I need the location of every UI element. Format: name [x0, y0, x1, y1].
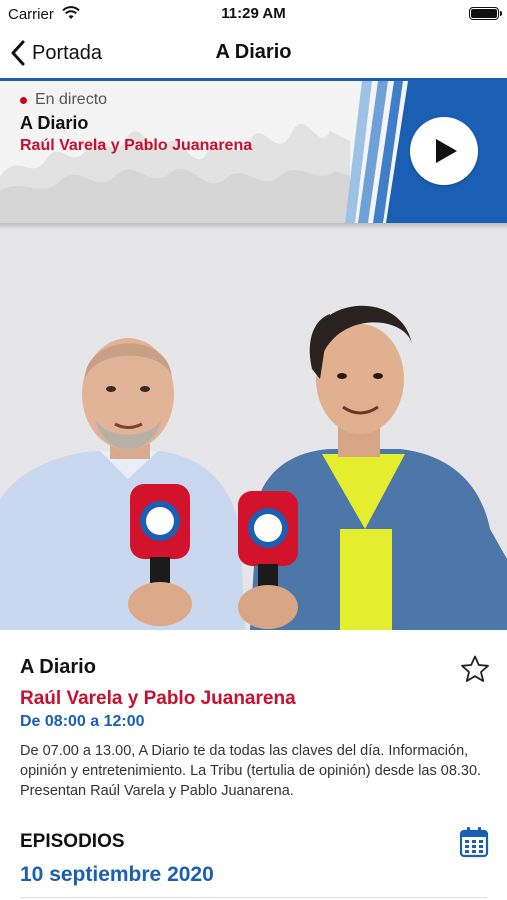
live-indicator: En directo: [20, 91, 107, 109]
play-button[interactable]: [410, 117, 478, 185]
episode-item-date[interactable]: 10 septiembre 2020: [20, 863, 214, 887]
hosts-illustration: [0, 229, 507, 630]
player-hosts: Raúl Varela y Pablo Juanarena: [20, 137, 253, 154]
page-title: A Diario: [215, 41, 292, 63]
clock: 11:29 AM: [221, 5, 286, 22]
star-icon[interactable]: [460, 654, 490, 684]
episodes-heading: EPISODIOS: [20, 831, 125, 852]
program-schedule: De 08:00 a 12:00: [20, 713, 145, 730]
program-title: A Diario: [20, 656, 96, 678]
live-dot-icon: [20, 96, 27, 104]
status-bar: Carrier 11:29 AM: [0, 0, 507, 28]
play-icon: [436, 139, 457, 163]
player-title: A Diario: [20, 113, 89, 133]
navigation-bar: Portada A Diario: [0, 28, 507, 78]
live-player: En directo A Diario Raúl Varela y Pablo …: [0, 81, 507, 223]
battery-icon: [469, 7, 502, 20]
program-hosts: Raúl Varela y Pablo Juanarena: [20, 688, 296, 709]
live-label: En directo: [35, 91, 108, 108]
episode-divider: [20, 897, 487, 898]
calendar-icon[interactable]: [459, 826, 489, 858]
hosts-photo: [0, 229, 507, 630]
program-description: De 07.00 a 13.00, A Diario te da todas l…: [20, 743, 482, 799]
